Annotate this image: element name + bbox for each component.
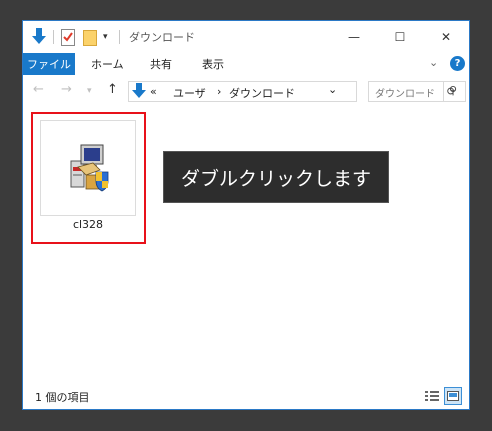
breadcrumb-separator: › bbox=[217, 85, 222, 98]
search-placeholder: ダウンロード bbox=[375, 89, 435, 100]
file-item-cl328[interactable] bbox=[40, 120, 136, 216]
forward-arrow-icon[interactable]: → bbox=[61, 82, 72, 97]
address-dropdown-icon[interactable]: ⌄ bbox=[328, 83, 337, 96]
new-folder-icon[interactable] bbox=[83, 27, 97, 47]
navigation-bar: ← → ▾ ↑ « ユーザ › ダウンロード ⌄ ⟳ ダウンロード ⚲ bbox=[23, 80, 469, 104]
details-view-icon[interactable] bbox=[423, 387, 441, 405]
search-box[interactable]: ダウンロード ⚲ bbox=[368, 81, 466, 102]
address-overflow[interactable]: « bbox=[150, 85, 157, 98]
properties-icon[interactable] bbox=[61, 27, 75, 47]
window-title: ダウンロード bbox=[129, 31, 195, 44]
up-arrow-icon[interactable]: ↑ bbox=[107, 82, 118, 97]
tab-file[interactable]: ファイル bbox=[23, 53, 75, 75]
item-count: 1 個の項目 bbox=[35, 391, 90, 404]
tab-share[interactable]: 共有 bbox=[150, 53, 172, 75]
installer-computer-icon bbox=[70, 144, 109, 192]
instruction-callout: ダブルクリックします bbox=[163, 151, 389, 203]
download-location-icon bbox=[132, 83, 146, 103]
expand-ribbon-icon[interactable]: ⌄ bbox=[429, 56, 438, 69]
close-button[interactable]: ✕ bbox=[423, 21, 469, 53]
search-icon[interactable]: ⚲ bbox=[449, 84, 457, 97]
explorer-window: ▾ ダウンロード — ☐ ✕ ファイル ホーム 共有 表示 ⌄ ? ← → ▾ … bbox=[22, 20, 470, 410]
breadcrumb-users[interactable]: ユーザ bbox=[173, 85, 206, 101]
help-icon[interactable]: ? bbox=[450, 56, 465, 71]
large-icons-view-icon[interactable] bbox=[444, 387, 462, 405]
file-name-label[interactable]: cl328 bbox=[40, 218, 136, 231]
toolbar-separator bbox=[119, 30, 120, 44]
back-arrow-icon[interactable]: ← bbox=[33, 82, 44, 97]
address-bar[interactable]: « ユーザ › ダウンロード ⌄ ⟳ bbox=[128, 81, 456, 103]
tab-view[interactable]: 表示 bbox=[202, 53, 224, 75]
file-list-area: cl328 ダブルクリックします bbox=[23, 107, 469, 382]
download-folder-icon bbox=[31, 27, 47, 47]
toolbar-separator bbox=[53, 30, 54, 44]
status-bar: 1 個の項目 bbox=[23, 385, 469, 409]
customize-toolbar-icon[interactable]: ▾ bbox=[103, 27, 108, 47]
recent-locations-icon[interactable]: ▾ bbox=[87, 86, 92, 96]
breadcrumb-downloads[interactable]: ダウンロード bbox=[229, 85, 295, 101]
ribbon-tabs: ファイル ホーム 共有 表示 ⌄ ? bbox=[23, 53, 469, 75]
maximize-button[interactable]: ☐ bbox=[377, 21, 423, 53]
minimize-button[interactable]: — bbox=[331, 21, 377, 53]
title-bar: ▾ ダウンロード — ☐ ✕ bbox=[23, 21, 469, 53]
tab-home[interactable]: ホーム bbox=[91, 53, 124, 75]
